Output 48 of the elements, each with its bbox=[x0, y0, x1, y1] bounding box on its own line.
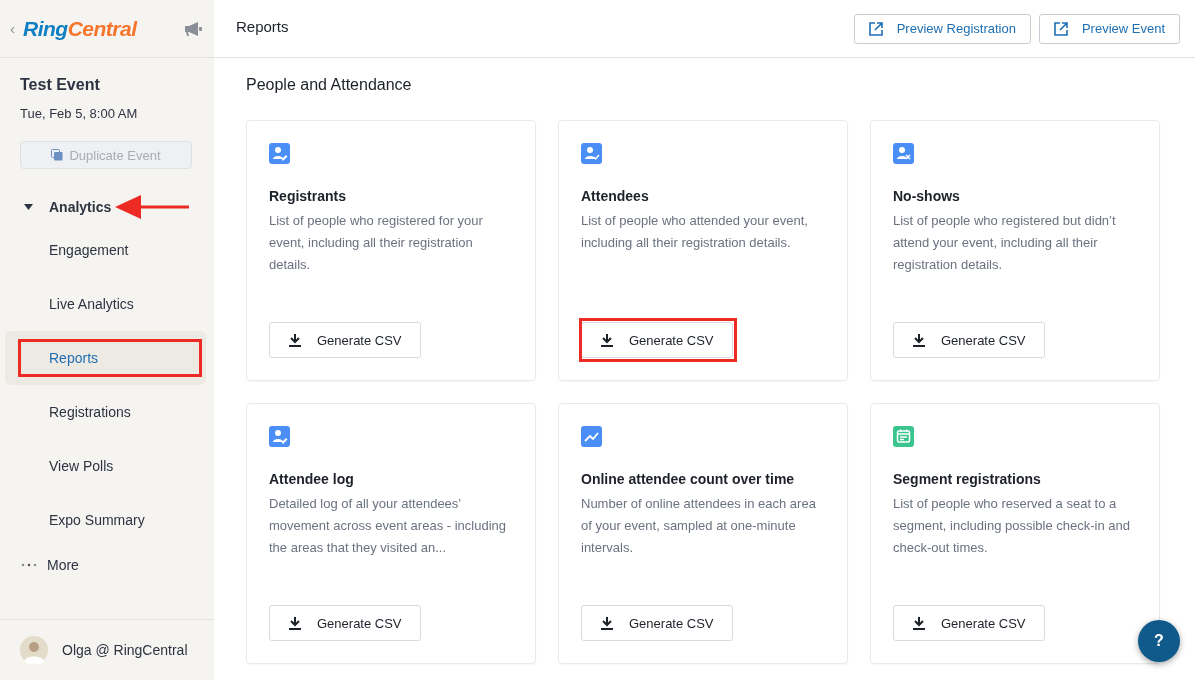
card-description: Detailed log of all your attendees’ movement across event areas - including the areas that they visited an... bbox=[269, 495, 507, 557]
nav-item[interactable]: Engagement bbox=[5, 242, 129, 258]
preview-button[interactable]: Preview Event bbox=[1038, 13, 1180, 44]
card-title: Online attendee count over time bbox=[581, 471, 796, 487]
download-icon bbox=[913, 616, 925, 630]
nav-item[interactable]: Live Analytics bbox=[5, 296, 134, 312]
download-icon bbox=[601, 616, 613, 630]
generate-csv-button[interactable]: Generate CSV bbox=[581, 605, 733, 641]
card-title: Attendees bbox=[581, 188, 650, 204]
nav-item[interactable]: Registrations bbox=[5, 404, 131, 420]
preview-button[interactable]: Preview Registration bbox=[853, 13, 1031, 44]
card-description: Number of online attendees in each area of your event, sampled at one-minute intervals. bbox=[581, 495, 817, 557]
analytics-section[interactable]: Analytics bbox=[0, 199, 112, 215]
event-date: Tue, Feb 5, 8:00 AM bbox=[20, 106, 139, 121]
generate-csv-button[interactable]: Generate CSV bbox=[893, 605, 1045, 641]
generate-csv-button[interactable]: Generate CSV bbox=[269, 605, 421, 641]
card-description: List of people who attended your event, including all their registration details. bbox=[581, 212, 809, 252]
more-menu[interactable]: More bbox=[0, 553, 214, 577]
generate-csv-button[interactable]: Generate CSV bbox=[581, 322, 733, 358]
download-icon bbox=[601, 333, 613, 347]
external-link-icon bbox=[868, 21, 883, 36]
card-title: Registrants bbox=[269, 188, 348, 204]
card-title: Segment registrations bbox=[893, 471, 1042, 487]
page-title: Reports bbox=[236, 18, 289, 35]
nav-item[interactable]: Reports bbox=[5, 350, 99, 366]
logo: RingCentral bbox=[23, 16, 137, 41]
card-description: List of people who registered for your event, including all their registration details. bbox=[269, 212, 484, 274]
download-icon bbox=[289, 616, 301, 630]
generate-csv-button[interactable]: Generate CSV bbox=[269, 322, 421, 358]
dots-icon bbox=[21, 563, 37, 567]
nav-item[interactable]: Expo Summary bbox=[5, 512, 145, 528]
nav-item[interactable]: View Polls bbox=[5, 458, 114, 474]
section-title: People and Attendance bbox=[246, 76, 413, 94]
card-description: List of people who registered but didn’t attend your event, including all their registration details. bbox=[893, 212, 1117, 274]
download-icon bbox=[913, 333, 925, 347]
copy-icon bbox=[51, 149, 64, 161]
avatar bbox=[20, 636, 48, 664]
card-description: List of people who reserved a seat to a segment, including possible check-in and check-out times. bbox=[893, 495, 1131, 557]
help-button[interactable]: ? bbox=[1138, 620, 1180, 662]
external-link-icon bbox=[1053, 21, 1068, 36]
megaphone-icon[interactable] bbox=[184, 20, 204, 37]
user-name[interactable]: Olga @ RingCentral bbox=[62, 642, 188, 658]
card-title: Attendee log bbox=[269, 471, 355, 487]
card-title: No-shows bbox=[893, 188, 961, 204]
generate-csv-button[interactable]: Generate CSV bbox=[893, 322, 1045, 358]
caret-icon bbox=[24, 204, 33, 210]
event-title: Test Event bbox=[20, 76, 101, 94]
download-icon bbox=[289, 333, 301, 347]
